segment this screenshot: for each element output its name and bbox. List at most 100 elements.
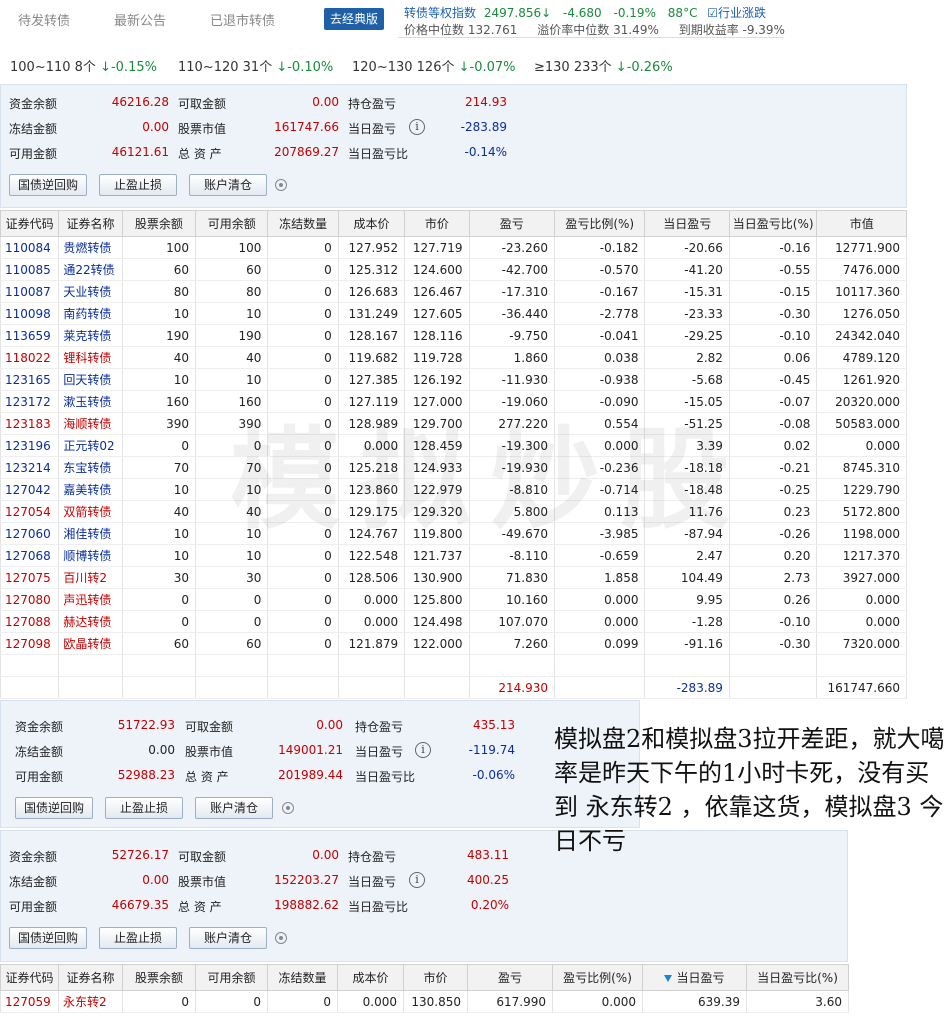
settings-icon[interactable] <box>282 802 294 814</box>
security-code[interactable]: 123214 <box>0 456 60 479</box>
security-code[interactable]: 127054 <box>0 500 60 523</box>
column-header[interactable]: 市值 <box>816 210 907 237</box>
security-name[interactable]: 海顺转债 <box>58 412 123 435</box>
column-header[interactable]: 冻结数量 <box>267 964 338 991</box>
security-code[interactable]: 110085 <box>0 258 60 281</box>
security-code[interactable]: 123196 <box>0 434 60 457</box>
table-row[interactable]: 123214 东宝转债 70 70 0 125.218 124.933 -19.930 -0.2… <box>0 456 907 479</box>
table-row[interactable]: 110098 南药转债 10 10 0 131.249 127.605 -36.440 -2.7… <box>0 302 907 325</box>
security-name[interactable]: 双箭转债 <box>58 500 123 523</box>
info-icon[interactable]: i <box>415 742 431 758</box>
security-name[interactable]: 天业转债 <box>58 280 123 303</box>
column-header[interactable]: 冻结数量 <box>267 210 339 237</box>
column-header[interactable]: 市价 <box>403 964 468 991</box>
security-code[interactable]: 127042 <box>0 478 60 501</box>
stop-profit-loss-button[interactable]: 止盈止损 <box>99 174 177 196</box>
security-code[interactable]: 127075 <box>0 566 60 589</box>
security-code[interactable]: 110098 <box>0 302 60 325</box>
table-row[interactable]: 127042 嘉美转债 10 10 0 123.860 122.979 -8.810 -0.71… <box>0 478 907 501</box>
stop-profit-loss-button[interactable]: 止盈止损 <box>105 797 183 819</box>
treasury-repo-button[interactable]: 国债逆回购 <box>9 174 87 196</box>
column-header[interactable]: 股票余额 <box>122 964 196 991</box>
table-row[interactable]: 123183 海顺转债 390 390 0 128.989 129.700 277.220 0.… <box>0 412 907 435</box>
table-row[interactable]: 110085 通22转债 60 60 0 125.312 124.600 -42.700 -0.… <box>0 258 907 281</box>
table-row[interactable]: 127075 百川转2 30 30 0 128.506 130.900 71.830 1.858… <box>0 566 907 589</box>
security-code[interactable]: 123183 <box>0 412 60 435</box>
table-row[interactable]: 110084 贵燃转债 100 100 0 127.952 127.719 -23.260 -0… <box>0 236 907 259</box>
tab-pending-bonds[interactable]: 待发转债 <box>18 10 70 29</box>
table-row[interactable]: 127068 顺博转债 10 10 0 122.548 121.737 -8.110 -0.65… <box>0 544 907 567</box>
clear-account-button[interactable]: 账户清仓 <box>195 797 273 819</box>
table-row[interactable]: 127060 湘佳转债 10 10 0 124.767 119.800 -49.670 -3.9… <box>0 522 907 545</box>
table-row[interactable]: 127059 永东转2 0 0 0 0.000 130.850 617.990 0.000 639… <box>0 990 849 1013</box>
table-row[interactable]: 127098 欧晶转债 60 60 0 121.879 122.000 7.260 0.099-… <box>0 632 907 655</box>
column-header[interactable]: 当日盈亏 <box>644 210 730 237</box>
security-code[interactable]: 127088 <box>0 610 60 633</box>
security-name[interactable]: 通22转债 <box>58 258 123 281</box>
security-name[interactable]: 漱玉转债 <box>58 390 123 413</box>
column-header[interactable]: 盈亏比例(%) <box>552 964 643 991</box>
security-code[interactable]: 110087 <box>0 280 60 303</box>
treasury-repo-button[interactable]: 国债逆回购 <box>9 927 87 949</box>
security-code[interactable]: 127098 <box>0 632 60 655</box>
info-icon[interactable]: i <box>409 872 425 888</box>
security-name[interactable]: 声迅转债 <box>58 588 123 611</box>
table-row[interactable]: 123172 漱玉转债 160 160 0 127.119 127.000 -19.060 -0… <box>0 390 907 413</box>
column-header[interactable]: 证券代码 <box>0 210 60 237</box>
index-name[interactable]: 转债等权指数 <box>404 6 476 20</box>
security-name[interactable]: 赫达转债 <box>58 610 123 633</box>
column-header[interactable]: 市价 <box>404 210 470 237</box>
security-name[interactable]: 百川转2 <box>58 566 123 589</box>
table-row[interactable]: 127080 声迅转债 0 0 0 0.000 125.800 10.160 0.000 9.95… <box>0 588 907 611</box>
security-name[interactable]: 贵燃转债 <box>58 236 123 259</box>
column-header[interactable]: 股票余额 <box>121 210 197 237</box>
column-header[interactable]: 当日盈亏 <box>642 964 747 991</box>
table-row[interactable]: 113659 莱克转债 190 190 0 128.167 128.116 -9.750 -0.… <box>0 324 907 347</box>
table-row[interactable]: 127054 双箭转债 40 40 0 129.175 129.320 5.800 0.113 1… <box>0 500 907 523</box>
table-row[interactable]: 110087 天业转债 80 80 0 126.683 126.467 -17.310 -0.1… <box>0 280 907 303</box>
sort-desc-icon[interactable] <box>664 975 673 982</box>
column-header[interactable]: 盈亏比例(%) <box>553 210 646 237</box>
security-name[interactable]: 永东转2 <box>58 990 123 1013</box>
security-name[interactable]: 回天转债 <box>58 368 123 391</box>
table-row[interactable]: 123196 正元转02 0 0 0 0.000 128.459 -19.300 0.000 3.… <box>0 434 907 457</box>
column-header[interactable]: 证券名称 <box>58 210 123 237</box>
security-name[interactable]: 南药转债 <box>58 302 123 325</box>
security-code[interactable]: 123165 <box>0 368 60 391</box>
clear-account-button[interactable]: 账户清仓 <box>189 927 267 949</box>
security-name[interactable]: 顺博转债 <box>58 544 123 567</box>
security-code[interactable]: 127068 <box>0 544 60 567</box>
clear-account-button[interactable]: 账户清仓 <box>189 174 267 196</box>
table-row[interactable]: 118022 锂科转债 40 40 0 119.682 119.728 1.860 0.038 2… <box>0 346 907 369</box>
column-header[interactable]: 当日盈亏比(%) <box>746 964 849 991</box>
security-code[interactable]: 118022 <box>0 346 60 369</box>
security-code[interactable]: 113659 <box>0 324 60 347</box>
security-name[interactable]: 湘佳转债 <box>58 522 123 545</box>
stop-profit-loss-button[interactable]: 止盈止损 <box>99 927 177 949</box>
security-name[interactable]: 东宝转债 <box>58 456 123 479</box>
industry-link[interactable]: ☑行业涨跌 <box>707 6 766 20</box>
security-code[interactable]: 123172 <box>0 390 60 413</box>
security-code[interactable]: 127059 <box>0 990 59 1013</box>
tab-delisted-bonds[interactable]: 已退市转债 <box>210 10 275 29</box>
security-name[interactable]: 欧晶转债 <box>58 632 123 655</box>
column-header[interactable]: 证券代码 <box>0 964 59 991</box>
table-row[interactable]: 123165 回天转债 10 10 0 127.385 126.192 -11.930 -0.9… <box>0 368 907 391</box>
table-row[interactable]: 127088 赫达转债 0 0 0 0.000 124.498 107.070 0.000 -1.… <box>0 610 907 633</box>
column-header[interactable]: 可用余额 <box>195 210 269 237</box>
security-name[interactable]: 锂科转债 <box>58 346 123 369</box>
column-header[interactable]: 成本价 <box>337 210 406 237</box>
column-header[interactable]: 可用余额 <box>195 964 268 991</box>
column-header[interactable]: 当日盈亏比(%) <box>728 210 818 237</box>
security-name[interactable]: 莱克转债 <box>58 324 123 347</box>
column-header[interactable]: 成本价 <box>337 964 404 991</box>
security-code[interactable]: 127060 <box>0 522 60 545</box>
settings-icon[interactable] <box>275 932 287 944</box>
classic-version-button[interactable]: 去经典版 <box>324 8 384 30</box>
info-icon[interactable]: i <box>409 119 425 135</box>
tab-announcements[interactable]: 最新公告 <box>114 10 166 29</box>
settings-icon[interactable] <box>275 179 287 191</box>
security-code[interactable]: 127080 <box>0 588 60 611</box>
column-header[interactable]: 证券名称 <box>58 964 123 991</box>
security-name[interactable]: 正元转02 <box>58 434 123 457</box>
